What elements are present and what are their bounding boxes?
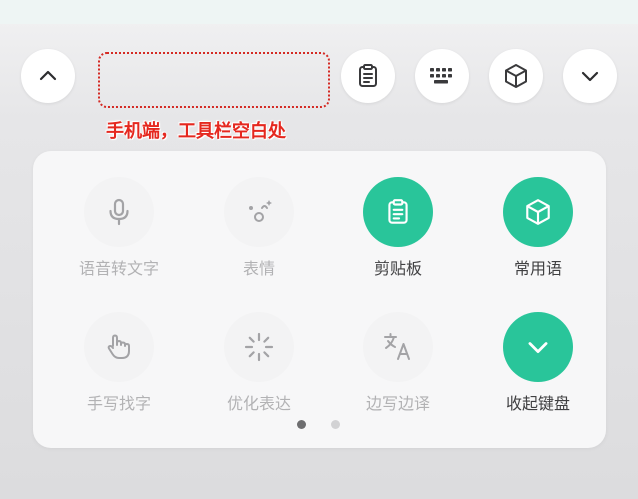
tile-label: 手写找字 xyxy=(86,394,151,413)
toolbar-blank-area[interactable] xyxy=(98,52,330,108)
tile-write-translate[interactable]: 边写边译 xyxy=(333,312,463,432)
tile-label: 收起键盘 xyxy=(505,394,570,413)
tile-optimize-expression[interactable]: 优化表达 xyxy=(194,312,324,432)
tile-voice-to-text[interactable]: 语音转文字 xyxy=(54,177,184,297)
cube-icon xyxy=(526,199,550,225)
translate-icon xyxy=(384,333,410,360)
keyboard-button[interactable] xyxy=(415,49,469,103)
toolbox-panel: 语音转文字 表情 剪贴板 常用语 手写找字 优化表达 边写边译 收起键盘 xyxy=(33,151,606,448)
tile-icon-circle xyxy=(503,177,573,247)
chevron-up-icon xyxy=(39,70,57,81)
top-strip xyxy=(0,0,638,24)
tile-emoji[interactable]: 表情 xyxy=(194,177,324,297)
tile-icon-circle xyxy=(224,177,294,247)
tile-label: 常用语 xyxy=(513,259,562,278)
clipboard-button[interactable] xyxy=(341,49,395,103)
chevron-down-icon xyxy=(528,342,548,353)
page-indicator-dot-active[interactable] xyxy=(297,420,306,429)
tile-icon-circle xyxy=(363,312,433,382)
sparkle-burst-icon xyxy=(244,332,274,362)
clipboard-icon xyxy=(388,199,408,224)
annotation-label: 手机端，工具栏空白处 xyxy=(106,121,286,142)
chevron-down-icon xyxy=(581,71,599,82)
tile-icon-circle xyxy=(503,312,573,382)
emoji-face-icon xyxy=(249,200,272,222)
tile-icon-circle xyxy=(84,177,154,247)
tile-label: 剪贴板 xyxy=(373,259,422,278)
tile-icon-circle xyxy=(363,177,433,247)
tile-common-phrases[interactable]: 常用语 xyxy=(473,177,603,297)
tile-label: 表情 xyxy=(242,259,275,278)
tile-icon-circle xyxy=(224,312,294,382)
clipboard-icon xyxy=(359,64,377,87)
microphone-icon xyxy=(109,198,129,226)
collapse-button[interactable] xyxy=(563,49,617,103)
tile-label: 语音转文字 xyxy=(78,259,159,278)
tile-collapse-keyboard[interactable]: 收起键盘 xyxy=(473,312,603,432)
tile-label: 边写边译 xyxy=(365,394,430,413)
phrases-button[interactable] xyxy=(489,49,543,103)
keyboard-icon xyxy=(430,68,452,84)
tile-handwriting[interactable]: 手写找字 xyxy=(54,312,184,432)
tile-label: 优化表达 xyxy=(226,394,291,413)
page-indicator-dot[interactable] xyxy=(331,420,340,429)
handwriting-hand-icon xyxy=(107,334,130,359)
cube-icon xyxy=(505,64,527,88)
expand-toolbar-button[interactable] xyxy=(21,49,75,103)
tile-clipboard[interactable]: 剪贴板 xyxy=(333,177,463,297)
tile-icon-circle xyxy=(84,312,154,382)
